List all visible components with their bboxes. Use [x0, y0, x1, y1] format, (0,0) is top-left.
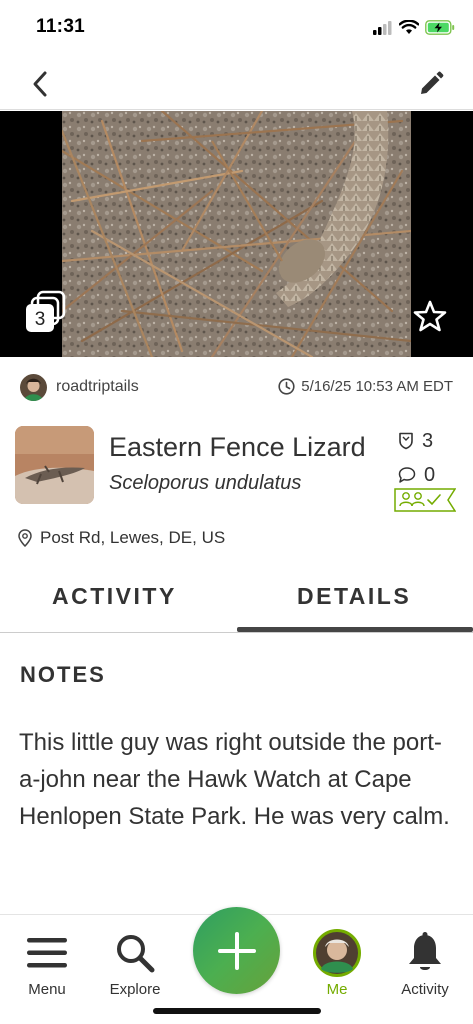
observation-counts: 3 0: [398, 424, 468, 492]
tab-bar: ACTIVITY DETAILS: [0, 575, 473, 633]
nav-menu-label: Menu: [28, 981, 66, 998]
status-time: 11:31: [36, 16, 86, 37]
location-pin-icon: [18, 529, 32, 547]
photo-count: 3: [34, 309, 46, 330]
taxon-photo[interactable]: [15, 426, 94, 504]
notes-text: This little guy was right outside the po…: [19, 729, 450, 830]
observation-photo[interactable]: [62, 111, 411, 357]
nav-menu-button[interactable]: Menu: [2, 915, 92, 1015]
signal-icon: [373, 20, 392, 35]
back-arrow-icon: [33, 71, 47, 97]
plus-icon: [217, 931, 256, 970]
nav-explore-label: Explore: [109, 981, 161, 998]
avatar: [313, 929, 361, 977]
tab-details[interactable]: DETAILS: [297, 583, 411, 610]
observation-meta: roadtriptails 5/16/25 10:53 AM EDT: [0, 372, 473, 404]
research-grade-badge: [394, 488, 457, 512]
observation-date: 5/16/25 10:53 AM EDT: [278, 378, 453, 395]
clock-icon: [278, 378, 295, 395]
menu-icon: [27, 938, 67, 968]
battery-charging-icon: [425, 20, 455, 35]
comments-count: 0: [398, 458, 468, 492]
notes-heading: NOTES: [20, 662, 106, 687]
add-observation-button[interactable]: [193, 907, 280, 994]
star-icon: [413, 300, 447, 332]
pencil-icon: [421, 71, 444, 94]
photo-count-badge: 3: [26, 290, 66, 334]
location[interactable]: Post Rd, Lewes, DE, US: [18, 528, 225, 548]
nav-me-button[interactable]: Me: [292, 915, 382, 1015]
bell-icon: [409, 932, 441, 970]
search-icon: [117, 935, 155, 973]
username[interactable]: roadtriptails: [56, 378, 139, 396]
common-name[interactable]: Eastern Fence Lizard: [109, 432, 366, 463]
tab-activity[interactable]: ACTIVITY: [52, 583, 177, 610]
comment-icon: [398, 467, 416, 483]
id-shield-icon: [399, 432, 413, 450]
date-text: 5/16/25 10:53 AM EDT: [301, 378, 453, 395]
home-indicator: [153, 1008, 321, 1014]
nav-activity-label: Activity: [401, 981, 449, 998]
top-nav-bar: [0, 56, 473, 110]
nav-activity-button[interactable]: Activity: [380, 915, 470, 1015]
research-grade-badge-icon: [394, 488, 457, 512]
edit-button[interactable]: [413, 66, 449, 102]
location-text: Post Rd, Lewes, DE, US: [40, 528, 226, 547]
tab-selected-indicator: [237, 627, 473, 632]
photo-carousel[interactable]: 3: [0, 111, 473, 357]
favorite-button[interactable]: [413, 299, 447, 333]
nav-explore-button[interactable]: Explore: [90, 915, 180, 1015]
back-button[interactable]: [22, 66, 58, 102]
identifications-count: 3: [398, 424, 468, 458]
taxon-summary: Eastern Fence Lizard Sceloporus undulatu…: [0, 424, 473, 512]
user-avatar[interactable]: [20, 374, 47, 401]
scientific-name[interactable]: Sceloporus undulatus: [109, 472, 301, 495]
wifi-icon: [399, 20, 419, 34]
nav-me-label: Me: [326, 981, 348, 998]
status-icons: [373, 20, 455, 35]
status-bar: 11:31: [0, 0, 473, 56]
